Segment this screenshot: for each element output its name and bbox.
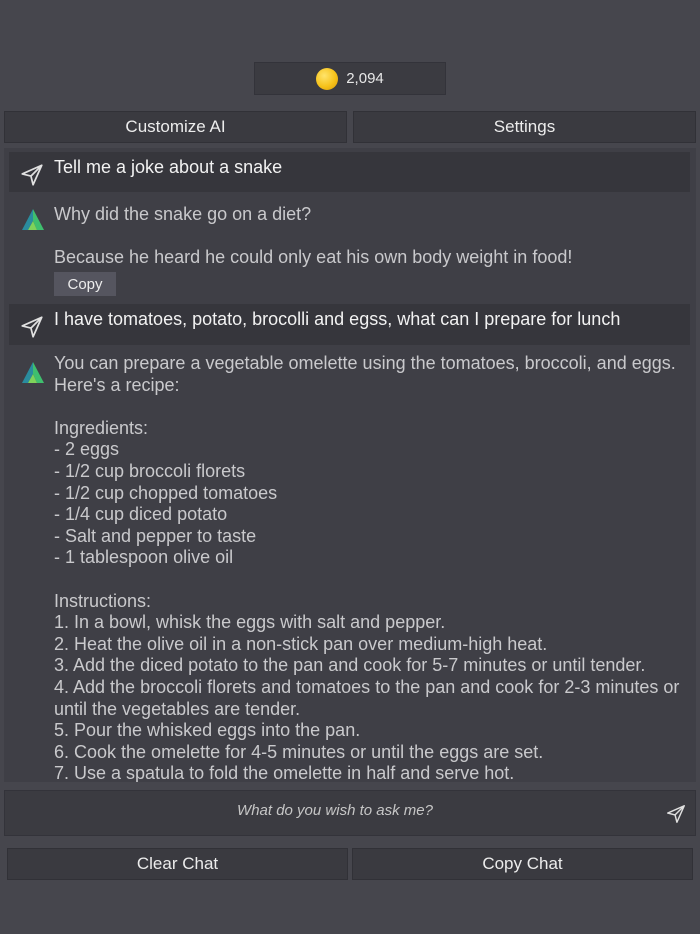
ai-logo-icon (22, 209, 44, 230)
send-icon (21, 164, 43, 186)
settings-button[interactable]: Settings (353, 111, 696, 143)
ai-logo-icon (22, 362, 44, 383)
customize-ai-button[interactable]: Customize AI (4, 111, 347, 143)
copy-message-button[interactable]: Copy (54, 272, 116, 296)
send-button-icon[interactable] (665, 803, 687, 825)
coin-icon (316, 67, 339, 90)
chat-input[interactable]: What do you wish to ask me? (4, 790, 696, 836)
coin-balance: 2,094 (254, 62, 446, 95)
ai-message-text: You can prepare a vegetable omelette usi… (54, 353, 680, 782)
ai-message: You can prepare a vegetable omelette usi… (9, 353, 690, 782)
clear-chat-button[interactable]: Clear Chat (7, 848, 348, 880)
chat-panel[interactable]: Tell me a joke about a snake Why did the… (4, 148, 696, 782)
send-icon (21, 316, 43, 338)
user-message: I have tomatoes, potato, brocolli and eg… (9, 304, 690, 345)
chat-input-placeholder: What do you wish to ask me? (237, 802, 433, 819)
user-message-text: I have tomatoes, potato, brocolli and eg… (54, 309, 621, 329)
ai-message: Why did the snake go on a diet? Because … (9, 200, 690, 300)
user-message: Tell me a joke about a snake (9, 152, 690, 192)
coin-amount: 2,094 (346, 70, 384, 87)
user-message-text: Tell me a joke about a snake (54, 157, 283, 177)
ai-message-text: Why did the snake go on a diet? Because … (54, 204, 573, 268)
copy-chat-button[interactable]: Copy Chat (352, 848, 693, 880)
